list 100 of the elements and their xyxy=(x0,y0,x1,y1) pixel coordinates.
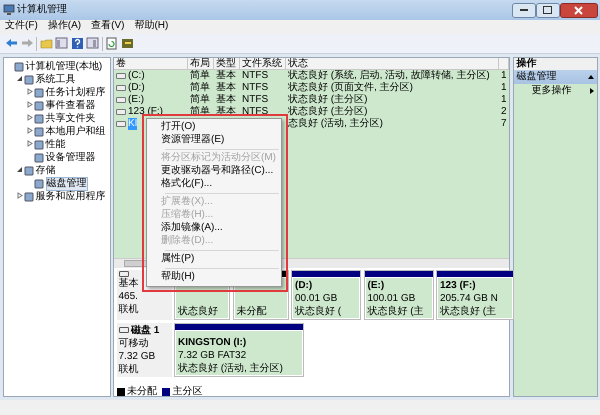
menu-item[interactable]: 添加镜像(A)... xyxy=(147,222,281,234)
partition-text: 123 (F:) xyxy=(440,279,477,292)
expanded-arrow-icon[interactable] xyxy=(16,75,22,82)
action-link[interactable]: 更多操作 xyxy=(532,84,572,96)
partition-text: 100.01 GB xyxy=(368,292,416,305)
collapsed-arrow-icon[interactable] xyxy=(26,114,32,122)
partition-text: KINGSTON (I:) xyxy=(178,336,248,348)
disk-info: 联机 xyxy=(118,303,140,316)
minimize-icon xyxy=(520,8,528,12)
table-cell: 1 xyxy=(501,94,507,106)
legend-label: 未分配 xyxy=(127,386,157,398)
partition-text: 未分配 xyxy=(236,305,268,318)
node-icon xyxy=(24,74,34,84)
actions-section[interactable]: 磁盘管理 xyxy=(514,70,596,84)
partition-text: (E:) xyxy=(368,279,386,292)
pane-icon[interactable] xyxy=(86,37,99,50)
help-icon[interactable] xyxy=(70,37,84,50)
node-icon xyxy=(24,192,34,202)
tree-item[interactable]: 任务计划程序 xyxy=(46,86,106,98)
submenu-arrow-icon xyxy=(590,88,594,94)
menu-item[interactable]: 文件(F) xyxy=(5,20,38,34)
table-cell: NTFS xyxy=(242,82,268,94)
table-cell: 1 xyxy=(501,70,507,82)
column-header[interactable]: 布局 xyxy=(188,58,214,68)
menu-item[interactable]: 帮助(H) xyxy=(134,20,168,34)
node-icon xyxy=(34,88,44,98)
close-icon xyxy=(574,6,583,14)
node-icon xyxy=(34,100,44,110)
tree-item[interactable]: 设备管理器 xyxy=(46,152,96,164)
partition-text: 状态良好 ( xyxy=(295,305,342,318)
tree-item[interactable]: 本地用户和组 xyxy=(46,126,106,138)
computer-icon xyxy=(2,4,14,16)
partition[interactable]: KINGSTON (I:) 7.32 GB FAT32 状态良好 (活动, 主分区) xyxy=(174,322,304,376)
window-title: 计算机管理 xyxy=(17,4,67,16)
tree-item[interactable]: 事件查看器 xyxy=(46,100,96,112)
node-icon xyxy=(24,166,34,176)
back-arrow-icon[interactable] xyxy=(5,37,18,50)
menu-item[interactable]: 格式化(F)... xyxy=(147,178,281,190)
node-icon xyxy=(34,140,44,150)
table-cell: 基本 xyxy=(216,70,236,82)
table-cell: 基本 xyxy=(216,82,236,94)
minimize-button[interactable] xyxy=(512,2,536,18)
tree-item[interactable]: 共享文件夹 xyxy=(46,112,96,124)
disk-info: 7.32 GB xyxy=(118,350,156,362)
node-icon xyxy=(34,114,44,124)
table-cell[interactable]: (C:) xyxy=(128,70,145,82)
column-header[interactable]: 卷 xyxy=(114,58,188,68)
partition[interactable]: (D:) 00.01 GB 状态良好 ( xyxy=(291,270,361,320)
partition-text: 状态良好 (主 xyxy=(440,305,498,318)
disk-info: 可移动 xyxy=(118,336,150,350)
pane-icon[interactable] xyxy=(55,37,68,50)
tree-item[interactable]: 磁盘管理 xyxy=(46,176,88,190)
collapsed-arrow-icon[interactable] xyxy=(26,127,32,134)
node-icon xyxy=(34,126,44,136)
menu-item[interactable]: 更改驱动器号和路径(C)... xyxy=(147,164,281,178)
table-cell: 2 xyxy=(501,106,507,118)
partition-text: 7.32 GB FAT32 xyxy=(178,348,248,362)
partition[interactable]: (E:) 100.01 GB 状态良好 (主 xyxy=(364,270,434,320)
partition-text: 状态良好 (活动, 主分区) xyxy=(178,362,284,374)
collapsed-arrow-icon[interactable] xyxy=(26,88,32,96)
column-header[interactable]: 状态 xyxy=(286,58,499,68)
table-cell: 简单 xyxy=(190,70,210,82)
partition[interactable]: 123 (F:) 205.74 GB N 状态良好 (主 xyxy=(436,270,514,320)
tree-item[interactable]: 性能 xyxy=(46,138,66,150)
menu-item[interactable]: 查看(V) xyxy=(91,20,124,34)
table-cell: NTFS xyxy=(242,70,268,82)
menu-item[interactable]: 属性(P) xyxy=(147,252,281,266)
table-cell: 简单 xyxy=(190,82,210,94)
disk-info: 联机 xyxy=(118,362,140,376)
menu-item[interactable]: 操作(A) xyxy=(48,20,82,34)
expanded-arrow-icon[interactable] xyxy=(16,166,22,174)
table-cell: 7 xyxy=(501,118,507,130)
collapsed-arrow-icon[interactable] xyxy=(26,101,32,108)
menu-item[interactable]: 资源管理器(E) xyxy=(147,134,281,146)
disk-info: 基本 xyxy=(118,277,140,290)
close-button[interactable] xyxy=(560,2,598,18)
refresh-icon[interactable] xyxy=(105,37,118,50)
node-icon xyxy=(34,178,44,188)
table-cell[interactable]: (D:) xyxy=(128,82,145,94)
table-cell: 1 xyxy=(501,82,507,94)
table-cell[interactable]: (E:) xyxy=(128,94,144,106)
table-cell: 基本 xyxy=(216,94,236,106)
disk-name: 磁盘 1 xyxy=(131,324,160,336)
maximize-button[interactable] xyxy=(536,2,560,18)
collapsed-arrow-icon[interactable] xyxy=(26,140,32,148)
partition-text: 00.01 GB xyxy=(295,292,338,305)
maximize-icon xyxy=(543,6,552,14)
partition-text: 状态良好 (主 xyxy=(368,305,425,318)
tree-item[interactable]: 计算机管理(本地) xyxy=(26,60,102,72)
tree-item[interactable]: 存储 xyxy=(36,164,56,176)
partition-text: (D:) xyxy=(295,279,314,292)
node-icon xyxy=(34,152,44,162)
table-cell: 简单 xyxy=(190,94,210,106)
menu-item[interactable]: 打开(O) xyxy=(147,120,281,134)
column-header[interactable]: 类型 xyxy=(214,58,240,68)
tree-item[interactable]: 服务和应用程序 xyxy=(36,190,106,202)
collapse-icon[interactable] xyxy=(588,74,594,78)
tree-item[interactable]: 系统工具 xyxy=(36,74,76,86)
collapsed-arrow-icon[interactable] xyxy=(16,192,22,200)
disk-info: 465. xyxy=(118,290,139,303)
